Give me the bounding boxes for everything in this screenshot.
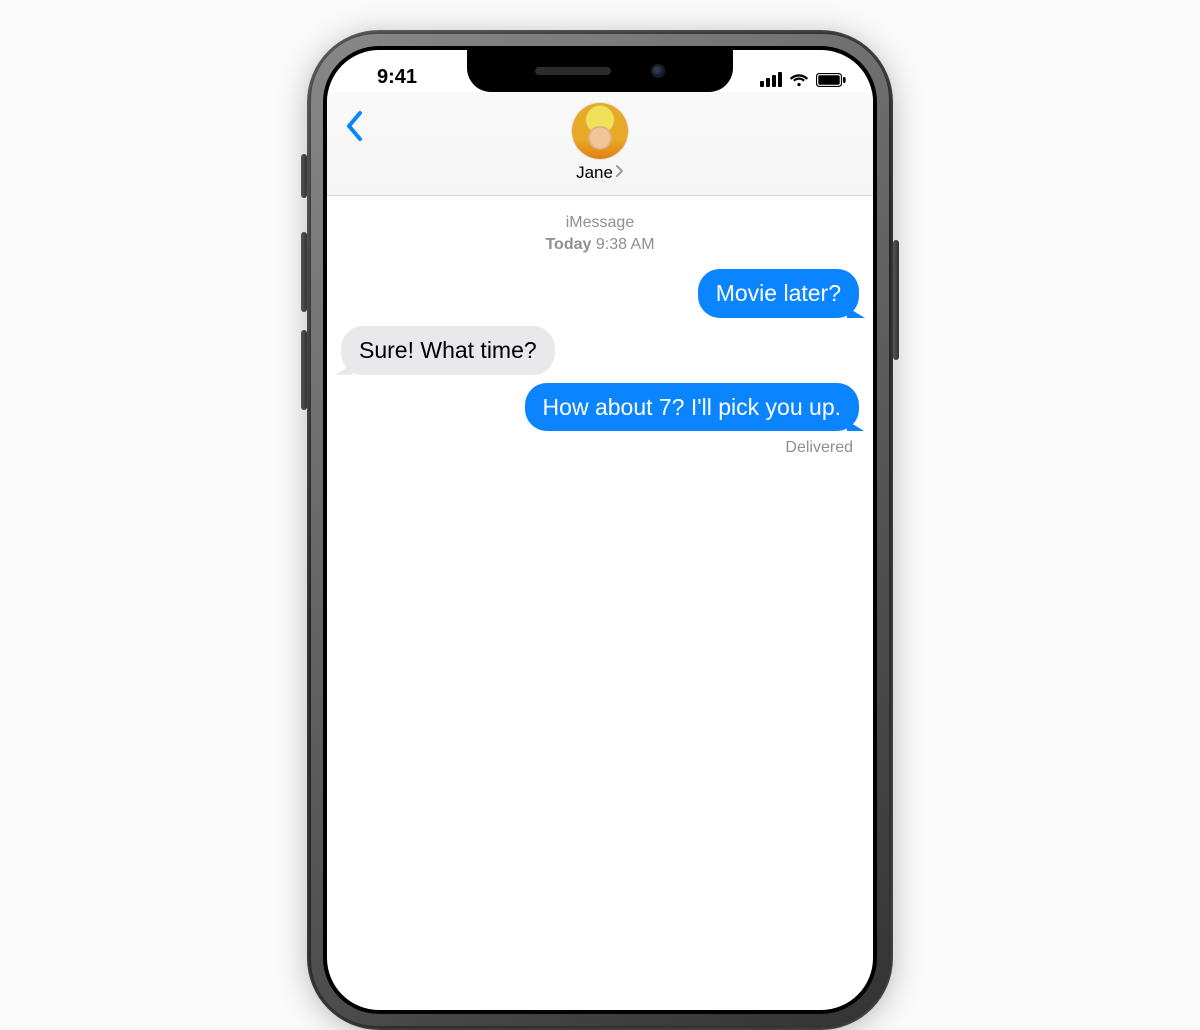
status-time: 9:41 xyxy=(327,50,467,92)
thread-timestamp: iMessage Today 9:38 AM xyxy=(341,212,859,255)
sent-bubble[interactable]: Movie later? xyxy=(698,269,859,318)
volume-up-button[interactable] xyxy=(301,232,307,312)
sent-bubble[interactable]: How about 7? I'll pick you up. xyxy=(525,383,859,432)
silence-switch[interactable] xyxy=(301,154,307,198)
service-label: iMessage xyxy=(341,212,859,234)
message-text: How about 7? I'll pick you up. xyxy=(543,394,841,420)
battery-icon xyxy=(816,73,846,87)
phone-frame: 9:41 xyxy=(307,30,893,1030)
cellular-signal-icon xyxy=(760,72,782,87)
chevron-right-icon xyxy=(615,163,624,183)
wifi-icon xyxy=(788,71,810,87)
thread-time: 9:38 AM xyxy=(596,236,655,253)
screen: 9:41 xyxy=(327,50,873,1010)
received-bubble[interactable]: Sure! What time? xyxy=(341,326,555,375)
message-row: How about 7? I'll pick you up. xyxy=(341,383,859,432)
message-row: Movie later? xyxy=(341,269,859,318)
screen-bezel: 9:41 xyxy=(323,46,877,1014)
message-row: Sure! What time? xyxy=(341,326,859,375)
message-text: Sure! What time? xyxy=(359,337,537,363)
conversation-header: Jane xyxy=(327,92,873,196)
power-button[interactable] xyxy=(893,240,899,360)
thread-day: Today xyxy=(545,236,591,253)
clock-text: 9:41 xyxy=(377,66,417,89)
volume-down-button[interactable] xyxy=(301,330,307,410)
message-text: Movie later? xyxy=(716,280,841,306)
delivery-status: Delivered xyxy=(341,439,859,457)
back-button[interactable] xyxy=(345,110,363,147)
contact-name-label: Jane xyxy=(576,163,613,183)
avatar xyxy=(572,103,628,159)
message-thread[interactable]: iMessage Today 9:38 AM Movie later? Sure… xyxy=(327,196,873,473)
contact-button[interactable]: Jane xyxy=(572,103,628,183)
status-bar: 9:41 xyxy=(327,50,873,92)
